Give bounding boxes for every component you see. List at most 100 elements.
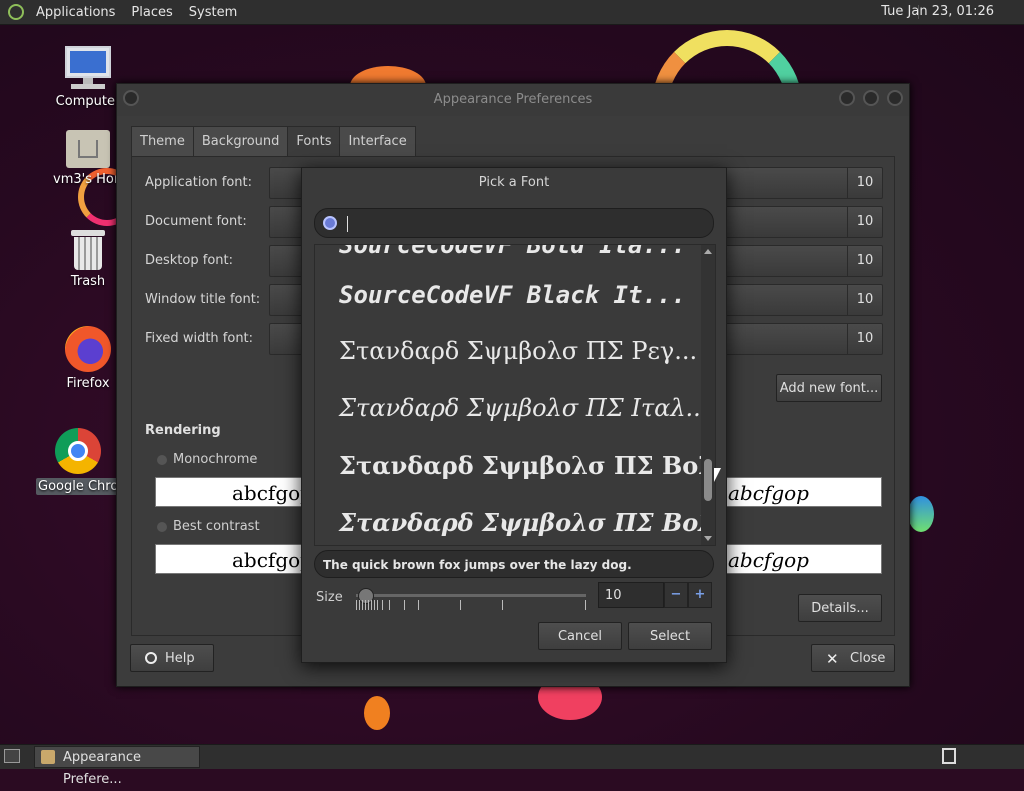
scroll-thumb[interactable] — [704, 459, 712, 501]
size-increment-button[interactable]: + — [688, 582, 712, 608]
rendering-option-monochrome[interactable]: Monochrome — [157, 452, 257, 467]
maximize-icon[interactable] — [863, 90, 879, 106]
size-input[interactable]: 10 — [598, 582, 664, 608]
preview-text: abcfgop — [232, 481, 305, 505]
size-row: Size 10 − + — [314, 582, 714, 612]
font-list-item[interactable]: Στανδαρδ Σψμβολσ ΠΣ Ρεγ... — [339, 337, 697, 365]
dialog-title[interactable]: Pick a Font — [302, 168, 726, 198]
tab-fonts[interactable]: Fonts — [287, 126, 341, 158]
close-window-icon[interactable] — [887, 90, 903, 106]
size-label: Size — [316, 590, 343, 605]
rendering-preview-right-1: abcfgop — [725, 477, 882, 507]
close-button[interactable]: ✕ Close — [811, 644, 895, 672]
rendering-option-label: Monochrome — [173, 452, 258, 467]
mouse-pointer-icon — [714, 468, 721, 482]
font-row-label: Document font: — [145, 214, 247, 229]
help-label: Help — [165, 651, 195, 666]
cancel-button[interactable]: Cancel — [538, 622, 622, 650]
radio-button[interactable] — [157, 454, 167, 465]
font-search-input[interactable] — [314, 208, 714, 238]
desktop-icon-label: Computer — [55, 94, 121, 109]
font-list-item[interactable]: SourceCodeVF Black It... — [339, 281, 686, 309]
font-list[interactable]: SourceCodeVF Bold Ita... SourceCodeVF Bl… — [314, 244, 716, 546]
font-row-label: Desktop font: — [145, 253, 233, 268]
scroll-down-icon[interactable] — [704, 536, 712, 541]
select-button[interactable]: Select — [628, 622, 712, 650]
font-list-item[interactable]: Στανδαρδ Σψμβολσ ΠΣ Βολδ — [339, 451, 715, 480]
window-titlebar[interactable]: Appearance Preferences — [117, 84, 909, 116]
tab-theme[interactable]: Theme — [131, 126, 194, 158]
pick-font-dialog: Pick a Font SourceCodeVF Bold Ita... Sou… — [301, 167, 727, 663]
font-size: 10 — [847, 168, 882, 198]
distro-logo-icon[interactable] — [8, 4, 24, 20]
close-icon: ✕ — [826, 650, 839, 668]
preview-text: abcfgop — [232, 548, 305, 572]
menu-places[interactable]: Places — [123, 5, 180, 20]
preview-text: abcfgop — [728, 548, 809, 572]
desktop-icon-computer[interactable]: Computer — [53, 46, 123, 109]
font-row-label: Application font: — [145, 175, 253, 190]
size-slider-ticks — [356, 600, 586, 612]
font-size: 10 — [847, 285, 882, 315]
font-row-label: Fixed width font: — [145, 331, 254, 346]
font-list-item[interactable]: Στανδαρδ Σψμβολσ ΠΣ Βολ... — [339, 508, 715, 537]
font-size: 10 — [847, 324, 882, 354]
menu-system[interactable]: System — [181, 5, 245, 20]
computer-icon — [65, 46, 111, 90]
details-button[interactable]: Details... — [798, 594, 882, 622]
desktop-icon-label: Google Chrome — [36, 478, 120, 495]
window-menu-icon[interactable] — [123, 90, 139, 106]
tab-background[interactable]: Background — [192, 126, 289, 158]
home-folder-icon — [66, 130, 110, 168]
desktop-icon-firefox[interactable]: Firefox — [53, 326, 123, 391]
rendering-option-best-contrast[interactable]: Best contrast — [157, 519, 260, 534]
taskbar-label: Appearance Prefere... — [63, 750, 142, 787]
rendering-preview-monochrome: abcfgop — [155, 477, 305, 507]
desktop-icon-home[interactable]: vm3's Home — [53, 130, 123, 187]
minimize-icon[interactable] — [839, 90, 855, 106]
add-new-font-button[interactable]: Add new font... — [776, 374, 882, 402]
desktop-icon-label: vm3's Home — [53, 172, 123, 187]
desktop-icon-chrome[interactable]: Google Chrome — [36, 428, 120, 495]
help-icon — [145, 652, 157, 664]
radio-button[interactable] — [157, 521, 167, 532]
desktop-icon-label: Trash — [70, 274, 106, 289]
window-title: Appearance Preferences — [433, 92, 593, 107]
close-label: Close — [850, 651, 886, 666]
font-list-scrollbar[interactable] — [701, 245, 715, 545]
chrome-icon — [55, 428, 101, 474]
font-size: 10 — [847, 246, 882, 276]
text-cursor — [347, 216, 348, 232]
preview-text: abcfgop — [728, 481, 809, 505]
firefox-icon — [65, 326, 111, 372]
font-sample-preview[interactable]: The quick brown fox jumps over the lazy … — [314, 550, 714, 578]
size-slider[interactable] — [356, 594, 586, 597]
font-row-label: Window title font: — [145, 292, 261, 307]
rendering-preview-best-contrast: abcfgop — [155, 544, 305, 574]
desktop-icon-trash[interactable]: Trash — [53, 230, 123, 289]
rendering-preview-right-2: abcfgop — [725, 544, 882, 574]
top-panel: Applications Places System Tue Jan 23, 0… — [0, 0, 1024, 25]
search-icon — [323, 216, 337, 230]
size-decrement-button[interactable]: − — [664, 582, 688, 608]
menu-applications[interactable]: Applications — [28, 5, 123, 20]
desktop-icon-label: Firefox — [66, 376, 110, 391]
font-size: 10 — [847, 207, 882, 237]
show-desktop-icon[interactable] — [4, 749, 20, 763]
appearance-app-icon — [41, 750, 55, 764]
font-list-item[interactable]: Στανδαρδ Σψμβολσ ΠΣ Ιταλ... — [339, 394, 708, 422]
font-list-item[interactable]: SourceCodeVF Bold Ita... — [339, 245, 686, 259]
trash-icon — [71, 230, 105, 270]
tab-interface[interactable]: Interface — [339, 126, 416, 158]
rendering-title: Rendering — [145, 423, 221, 438]
taskbar-appearance-preferences[interactable]: Appearance Prefere... — [34, 746, 200, 787]
top-menu: Applications Places System — [0, 4, 245, 20]
help-button[interactable]: Help — [130, 644, 214, 672]
clock[interactable]: Tue Jan 23, 01:26 — [881, 4, 994, 19]
workspace-switcher-icon[interactable] — [942, 748, 956, 764]
decor-blob — [908, 496, 934, 532]
tab-bar: Theme Background Fonts Interface — [131, 126, 416, 158]
rendering-option-label: Best contrast — [173, 519, 260, 534]
scroll-up-icon[interactable] — [704, 249, 712, 254]
decor-blob — [364, 696, 390, 730]
